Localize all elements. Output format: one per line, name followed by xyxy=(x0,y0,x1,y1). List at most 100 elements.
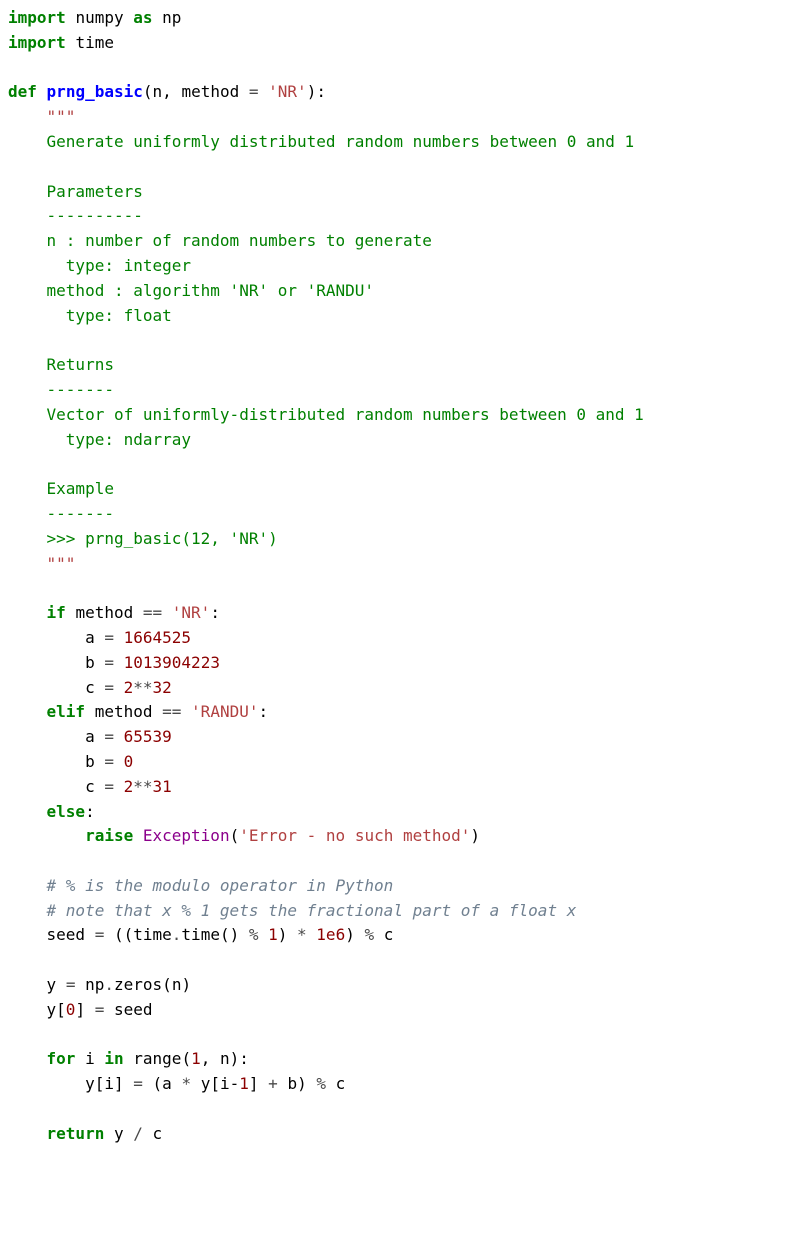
num: 2 xyxy=(124,678,134,697)
op-mod: % xyxy=(355,925,374,944)
kw-def: def xyxy=(8,82,37,101)
func-name: prng_basic xyxy=(47,82,143,101)
paren: ( xyxy=(181,1049,191,1068)
op-plus: + xyxy=(268,1074,278,1093)
comma: , xyxy=(162,82,172,101)
kw-for: for xyxy=(47,1049,76,1068)
kw-raise: raise xyxy=(85,826,133,845)
str-nr: 'NR' xyxy=(268,82,307,101)
docstring-line: ---------- xyxy=(8,206,143,225)
rbracket: ] xyxy=(249,1074,259,1093)
op-mod: % xyxy=(316,1074,326,1093)
docstring-close: """ xyxy=(8,554,75,573)
kw-in: in xyxy=(104,1049,123,1068)
id-c: c xyxy=(374,925,393,944)
num-one: 1 xyxy=(258,925,277,944)
id-a: a xyxy=(85,727,95,746)
param-n: n xyxy=(153,82,163,101)
op-mul: * xyxy=(287,925,306,944)
docstring-open: """ xyxy=(8,107,75,126)
eq: = xyxy=(95,925,105,944)
docstring-line: type: integer xyxy=(8,256,191,275)
id-seed: seed xyxy=(47,925,86,944)
id-b: b xyxy=(85,752,95,771)
lhs: y[ xyxy=(47,1000,66,1019)
id-np: np xyxy=(85,975,104,994)
y-im1: y[i- xyxy=(201,1074,240,1093)
id-i: i xyxy=(85,1049,95,1068)
id-b: b xyxy=(287,1074,297,1093)
kw-return: return xyxy=(47,1124,105,1143)
kw-elif: elif xyxy=(47,702,86,721)
num-one: 1 xyxy=(191,1049,201,1068)
id-c: c xyxy=(336,1074,346,1093)
docstring-line: Example xyxy=(8,479,114,498)
id-time: time xyxy=(133,925,172,944)
str-nr: 'NR' xyxy=(172,603,211,622)
docstring-line: n : number of random numbers to generate xyxy=(8,231,432,250)
eq: = xyxy=(249,82,259,101)
id-c: c xyxy=(85,678,95,697)
num: 2 xyxy=(124,777,134,796)
paren: ( xyxy=(230,826,240,845)
docstring-line: >>> prng_basic(12, 'NR') xyxy=(8,529,278,548)
paren: ) xyxy=(181,975,191,994)
lhs-yi: y[i] xyxy=(85,1074,124,1093)
str-error: 'Error - no such method' xyxy=(239,826,470,845)
str-randu: 'RANDU' xyxy=(191,702,258,721)
paren: ) xyxy=(297,1074,307,1093)
docstring-line: type: ndarray xyxy=(8,430,191,449)
paren: ( xyxy=(143,82,153,101)
id-y: y xyxy=(47,975,57,994)
id-c: c xyxy=(85,777,95,796)
code-block: import numpy as np import time def prng_… xyxy=(0,0,803,1153)
paren: ) xyxy=(230,1049,240,1068)
id-time: time xyxy=(75,33,114,52)
num: 32 xyxy=(153,678,172,697)
id-np: np xyxy=(162,8,181,27)
dot: . xyxy=(172,925,182,944)
eq: = xyxy=(104,653,114,672)
dot: . xyxy=(104,975,114,994)
op-pow: ** xyxy=(133,678,152,697)
kw-import: import xyxy=(8,8,66,27)
kw-else: else xyxy=(47,802,86,821)
eq: = xyxy=(66,975,76,994)
docstring-line: type: float xyxy=(8,306,172,325)
param-method: method xyxy=(181,82,239,101)
kw-import: import xyxy=(8,33,66,52)
comment: # note that x % 1 gets the fractional pa… xyxy=(8,901,576,920)
colon: : xyxy=(316,82,326,101)
paren: (( xyxy=(114,925,133,944)
meth-time: time xyxy=(181,925,220,944)
id-c: c xyxy=(153,1124,163,1143)
colon: : xyxy=(85,802,95,821)
kw-if: if xyxy=(47,603,66,622)
op-mod: % xyxy=(239,925,258,944)
num: 65539 xyxy=(124,727,172,746)
eq: = xyxy=(95,1000,105,1019)
id-a: a xyxy=(162,1074,172,1093)
op-eqeq: == xyxy=(143,603,162,622)
id-y: y xyxy=(114,1124,124,1143)
id-a: a xyxy=(85,628,95,647)
num: 0 xyxy=(124,752,134,771)
docstring-line: method : algorithm 'NR' or 'RANDU' xyxy=(8,281,374,300)
docstring-line: ------- xyxy=(8,504,114,523)
op-pow: ** xyxy=(133,777,152,796)
paren: ) xyxy=(345,925,355,944)
num: 1013904223 xyxy=(124,653,220,672)
num: 1664525 xyxy=(124,628,191,647)
fn-range: range xyxy=(133,1049,181,1068)
id-method: method xyxy=(95,702,153,721)
id-method: method xyxy=(75,603,133,622)
comment: # % is the modulo operator in Python xyxy=(8,876,393,895)
id-n: n xyxy=(220,1049,230,1068)
docstring-line: Parameters xyxy=(8,182,143,201)
op-div: / xyxy=(133,1124,143,1143)
kw-as: as xyxy=(133,8,152,27)
colon: : xyxy=(239,1049,249,1068)
meth-zeros: zeros xyxy=(114,975,162,994)
id-numpy: numpy xyxy=(75,8,123,27)
paren: ) xyxy=(470,826,480,845)
